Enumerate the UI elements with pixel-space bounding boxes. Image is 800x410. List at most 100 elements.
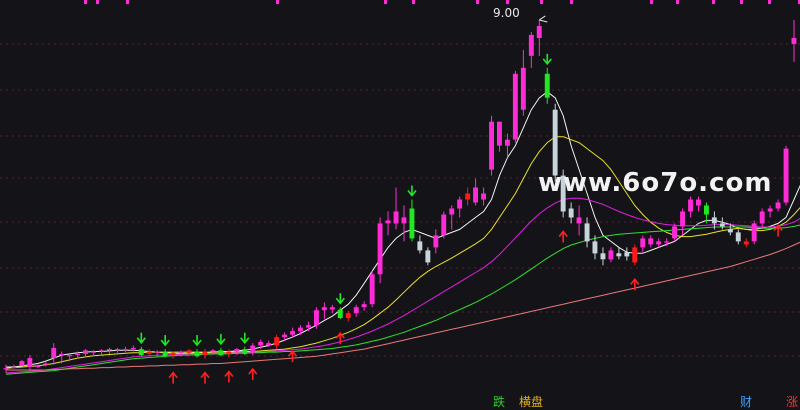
down-arrow <box>136 332 146 344</box>
up-arrow <box>168 371 178 384</box>
candle-body <box>759 211 765 224</box>
candle-body <box>35 365 41 368</box>
candle-body <box>329 307 335 310</box>
bottom-signal-label: 涨 <box>786 395 799 409</box>
candle-body <box>393 211 399 224</box>
candle <box>3 364 9 374</box>
down-arrow <box>542 53 552 66</box>
candle-body <box>369 274 375 305</box>
candle-body <box>27 358 33 368</box>
candle-body <box>648 238 654 245</box>
top-tick <box>570 0 573 4</box>
candle-body <box>409 208 415 239</box>
down-arrow <box>240 332 250 344</box>
candle <box>512 70 518 143</box>
top-tick <box>476 0 479 4</box>
top-tick <box>506 0 509 4</box>
candle <box>568 202 574 224</box>
candle-body <box>75 353 81 356</box>
candle-body <box>417 241 423 251</box>
candle <box>473 178 478 206</box>
top-tick <box>768 0 771 4</box>
bottom-signal-label: 横盘 <box>519 395 544 409</box>
top-tick-marks <box>84 0 800 4</box>
candle <box>632 244 638 266</box>
candle <box>226 349 232 358</box>
candle <box>377 217 383 284</box>
candle-body <box>425 250 431 263</box>
candle-body <box>107 349 112 351</box>
top-tick <box>412 0 415 4</box>
candle-body <box>528 34 534 56</box>
candle <box>417 235 423 254</box>
candle <box>536 19 542 56</box>
candle-body <box>266 343 272 346</box>
candle-body <box>290 331 295 335</box>
candle <box>783 145 789 206</box>
candle-body <box>282 334 287 338</box>
candle-body <box>194 351 200 357</box>
candle <box>162 349 168 358</box>
candle-body <box>210 350 216 352</box>
candle-body <box>465 193 471 200</box>
candle <box>43 362 49 367</box>
candle-body <box>361 304 367 308</box>
price-plot-area <box>0 0 800 384</box>
candle-body <box>146 351 152 354</box>
candle <box>775 199 781 212</box>
candle-body <box>337 309 343 318</box>
signal-arrows <box>136 53 783 384</box>
candle-body <box>584 223 590 242</box>
candle-body <box>298 327 303 332</box>
top-tick <box>126 0 129 4</box>
candle <box>218 347 224 357</box>
candle-body <box>401 217 407 224</box>
candle-body <box>727 229 733 233</box>
candle <box>115 347 120 353</box>
candle <box>298 325 303 335</box>
candle-body <box>680 211 685 227</box>
candle-body <box>202 351 208 356</box>
candle-body <box>441 214 447 236</box>
candle <box>441 211 447 239</box>
candle-body <box>122 349 128 351</box>
candle <box>497 121 502 152</box>
candle <box>648 235 654 248</box>
candle-body <box>489 121 494 170</box>
candle-body <box>632 247 638 263</box>
candle-body <box>186 350 192 353</box>
candle-body <box>170 352 176 356</box>
down-arrow <box>160 335 170 347</box>
top-tick <box>384 0 387 4</box>
candle <box>489 115 494 176</box>
candle <box>122 346 128 353</box>
candle <box>576 205 582 236</box>
candle <box>449 205 455 230</box>
candle <box>202 349 208 359</box>
candle <box>361 301 367 311</box>
candle-body <box>704 205 709 215</box>
candle <box>616 247 622 260</box>
top-tick <box>676 0 679 4</box>
candle-body <box>43 363 49 365</box>
candle-body <box>91 351 96 353</box>
candle <box>425 247 431 266</box>
candle-body <box>656 241 662 245</box>
candle-body <box>743 241 749 245</box>
down-arrow <box>192 335 202 347</box>
candle <box>409 199 415 242</box>
candle <box>194 349 200 358</box>
candle-body <box>218 350 224 356</box>
candle-body <box>3 368 9 370</box>
candle <box>656 238 662 248</box>
candle-body <box>11 367 17 369</box>
candle-body <box>536 26 542 38</box>
gridlines <box>0 43 800 357</box>
candle <box>544 67 550 104</box>
candle-body <box>672 226 677 239</box>
candle-body <box>520 67 526 110</box>
candle-body <box>130 347 136 350</box>
down-arrow <box>407 185 417 197</box>
candle-body <box>600 253 606 260</box>
candle <box>433 229 439 254</box>
